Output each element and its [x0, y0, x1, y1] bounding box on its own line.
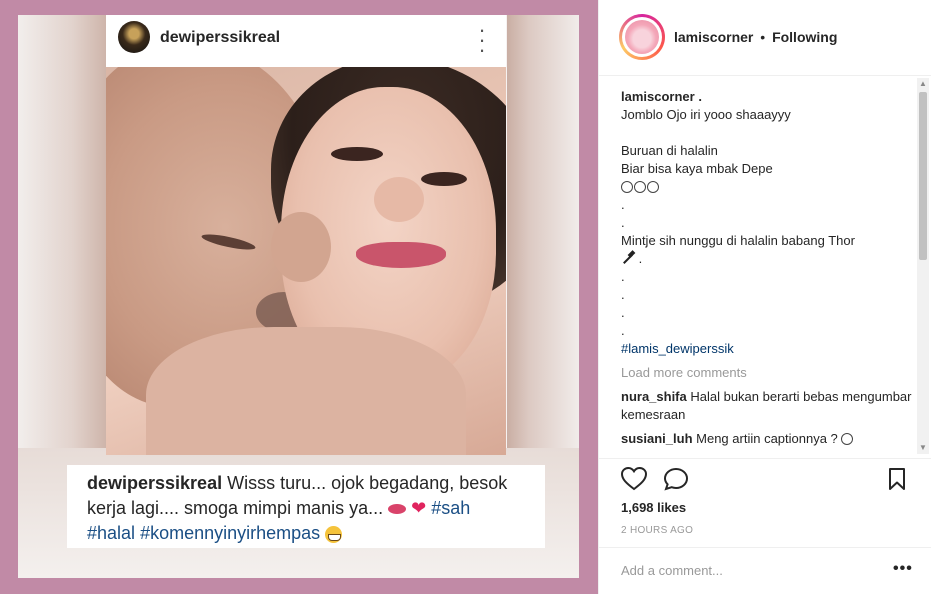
caption-dot: .	[621, 215, 625, 230]
caption-author[interactable]: lamiscorner .	[621, 88, 913, 106]
bookmark-icon[interactable]	[887, 467, 907, 491]
crying-face-icon	[621, 181, 633, 193]
embedded-post: dewiperssikreal · · ·	[106, 15, 506, 455]
more-options-icon: · · ·	[478, 17, 486, 62]
add-comment-bar: Add a comment... •••	[599, 547, 931, 595]
caption-dot: .	[621, 269, 625, 284]
caption-line: Jomblo Ojo iri yooo shaaayyy	[621, 107, 791, 122]
post-header-title: lamiscorner • Following	[674, 29, 837, 45]
comment-username[interactable]: nura_shifa	[621, 389, 687, 404]
scroll-down-arrow-icon[interactable]: ▼	[917, 442, 929, 454]
caption-line: Biar bisa kaya mbak Depe	[621, 161, 773, 176]
laughing-face-icon	[841, 433, 854, 445]
photo-woman-nose	[374, 177, 424, 222]
hammer-icon	[621, 252, 635, 264]
caption-mintje: Mintje sih nunggu di halalin babang Thor	[621, 233, 855, 248]
load-more-comments-button[interactable]: Load more comments	[621, 364, 913, 382]
following-button[interactable]: Following	[772, 29, 837, 45]
caption-line: Buruan di halalin	[621, 143, 718, 158]
post-timestamp[interactable]: 2 HOURS AGO	[621, 525, 693, 536]
photo-neck	[146, 327, 466, 455]
caption-hashtag[interactable]: #lamis_dewiperssik	[621, 340, 913, 358]
comments-list[interactable]: lamiscorner . Jomblo Ojo iri yooo shaaay…	[621, 88, 913, 456]
photo-woman-eye-right	[421, 172, 467, 186]
hashtag-halal: #halal	[87, 523, 136, 543]
lips-icon	[388, 504, 407, 515]
like-heart-icon[interactable]	[621, 467, 647, 491]
crying-emoji-line	[621, 178, 913, 196]
embedded-avatar	[118, 21, 150, 53]
post-image[interactable]: dewiperssikreal · · · dewiperssikreal Wiss…	[0, 0, 598, 594]
embedded-post-header: dewiperssikreal · · ·	[106, 15, 506, 67]
embedded-username: dewiperssikreal	[160, 29, 281, 46]
embedded-caption-line1: Wisss turu... ojok begadang, besok	[222, 473, 508, 493]
crying-face-icon	[634, 181, 646, 193]
scroll-up-arrow-icon[interactable]: ▲	[917, 78, 929, 90]
photo-woman-lips	[356, 242, 446, 268]
post-panel: lamiscorner • Following lamiscorner . Jo…	[598, 0, 931, 594]
comment-item: nura_shifa Halal bukan berarti bebas men…	[621, 388, 913, 424]
embedded-caption-line2: kerja lagi.... smoga mimpi manis ya...	[87, 498, 389, 518]
photo-woman-eye-left	[331, 147, 383, 161]
likes-count[interactable]: 1,698 likes	[621, 500, 686, 515]
caption-hammer-line: .	[621, 250, 913, 268]
hashtag-komennyinyirhempas: #komennyinyirhempas	[140, 523, 321, 543]
comment-input[interactable]: Add a comment...	[621, 563, 723, 578]
caption-dot: .	[621, 197, 625, 212]
caption-hammer-suffix: .	[635, 251, 643, 266]
caption-dot: .	[621, 305, 625, 320]
comment-item: susiani_luh Meng artiin captionnya ?	[621, 430, 913, 448]
grin-icon	[325, 525, 343, 543]
avatar[interactable]	[625, 20, 659, 54]
crying-face-icon	[647, 181, 659, 193]
header-username[interactable]: lamiscorner	[674, 29, 753, 45]
post-header: lamiscorner • Following	[599, 0, 931, 76]
scroll-thumb[interactable]	[919, 92, 927, 260]
embedded-caption: dewiperssikreal Wisss turu... ojok begad…	[87, 471, 535, 546]
post-actions: 1,698 likes 2 HOURS AGO	[599, 458, 931, 549]
embedded-photo	[106, 67, 506, 455]
more-options-button[interactable]: •••	[893, 560, 913, 578]
comment-bubble-icon[interactable]	[663, 467, 689, 491]
hashtag-sah: #sah	[431, 498, 471, 518]
comment-text: Meng artiin captionnya ?	[692, 431, 842, 446]
photo-man-nose	[271, 212, 331, 282]
header-separator: •	[760, 29, 766, 45]
comment-username[interactable]: susiani_luh	[621, 431, 693, 446]
comments-scrollbar[interactable]: ▲ ▼	[917, 78, 929, 454]
caption-dot: .	[621, 323, 625, 338]
embedded-caption-user: dewiperssikreal	[87, 473, 223, 493]
caption-line	[621, 124, 913, 142]
caption-dot: .	[621, 287, 625, 302]
embedded-caption-box: dewiperssikreal Wisss turu... ojok begad…	[67, 465, 545, 548]
heart-icon: ❤	[411, 498, 427, 518]
